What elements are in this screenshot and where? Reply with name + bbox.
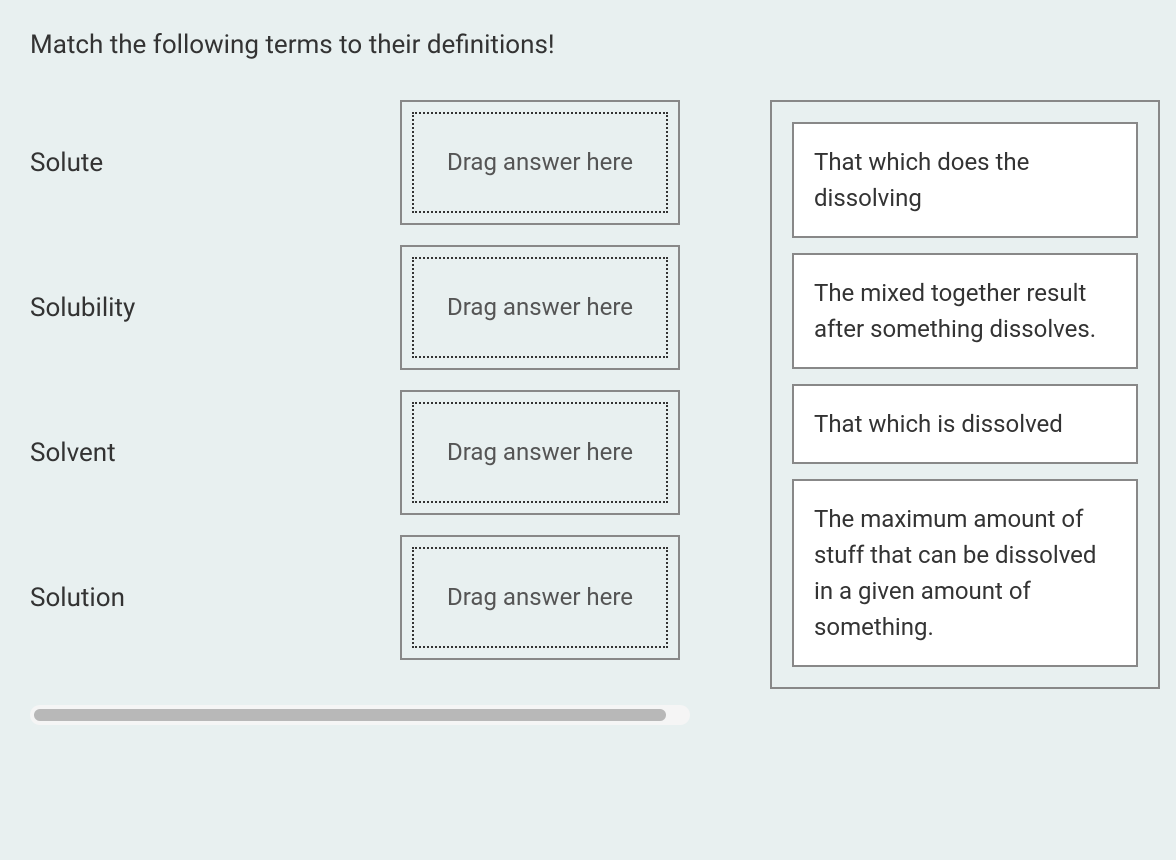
horizontal-scrollbar[interactable] (30, 705, 690, 725)
term-label-solution: Solution (30, 583, 360, 613)
drop-zone-solution[interactable]: Drag answer here (400, 535, 680, 660)
term-label-solvent: Solvent (30, 438, 360, 468)
match-row: Solubility Drag answer here (30, 245, 690, 370)
instruction-text: Match the following terms to their defin… (30, 30, 1146, 60)
answer-card[interactable]: The mixed together result after somethin… (792, 253, 1138, 369)
drop-placeholder: Drag answer here (412, 402, 668, 503)
drop-placeholder: Drag answer here (412, 112, 668, 213)
answer-card[interactable]: That which does the dissolving (792, 122, 1138, 238)
term-label-solute: Solute (30, 148, 360, 178)
scrollbar-thumb[interactable] (34, 709, 666, 721)
answers-panel: That which does the dissolving The mixed… (770, 100, 1160, 689)
answer-card[interactable]: The maximum amount of stuff that can be … (792, 479, 1138, 667)
match-row: Solute Drag answer here (30, 100, 690, 225)
drop-zone-solute[interactable]: Drag answer here (400, 100, 680, 225)
drop-zone-solvent[interactable]: Drag answer here (400, 390, 680, 515)
drop-placeholder: Drag answer here (412, 547, 668, 648)
drop-placeholder: Drag answer here (412, 257, 668, 358)
match-row: Solvent Drag answer here (30, 390, 690, 515)
answer-card[interactable]: That which is dissolved (792, 384, 1138, 464)
left-panel: Solute Drag answer here Solubility Drag … (30, 100, 690, 725)
drop-zone-solubility[interactable]: Drag answer here (400, 245, 680, 370)
match-row: Solution Drag answer here (30, 535, 690, 660)
main-container: Solute Drag answer here Solubility Drag … (30, 100, 1146, 725)
term-label-solubility: Solubility (30, 293, 360, 323)
match-rows: Solute Drag answer here Solubility Drag … (30, 100, 690, 660)
